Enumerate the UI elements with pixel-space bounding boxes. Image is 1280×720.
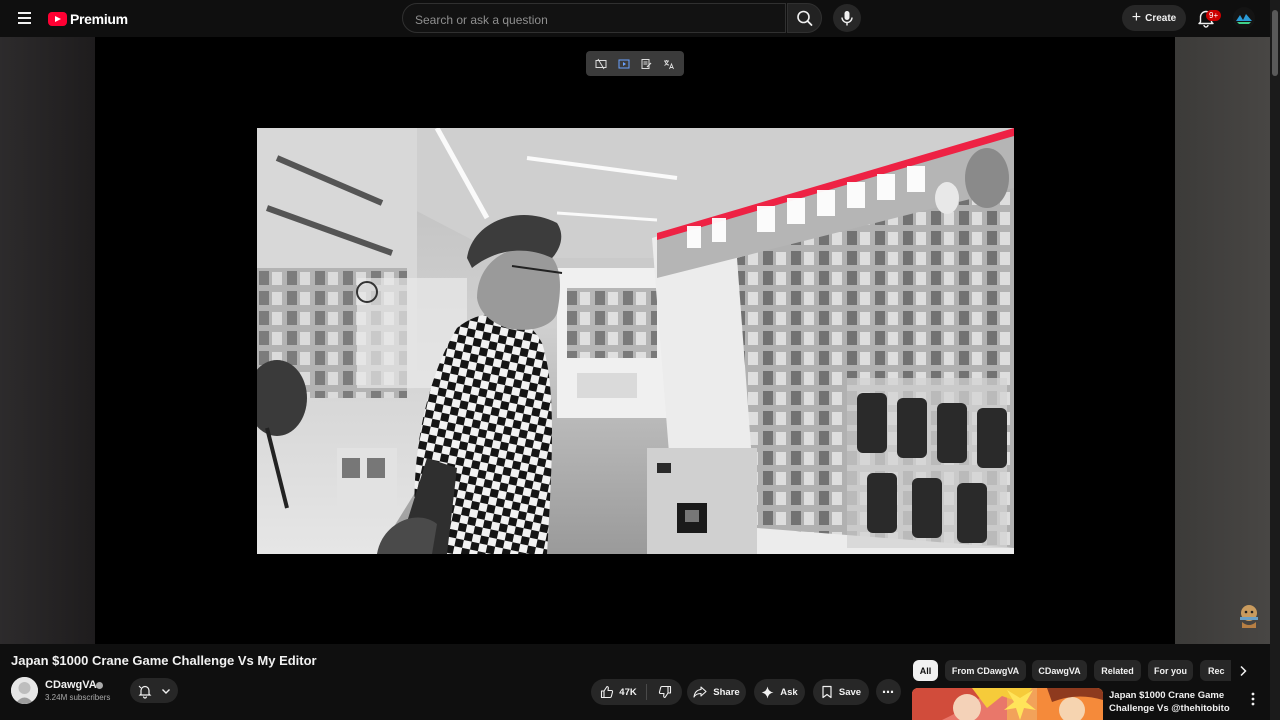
plus-icon: + <box>1131 9 1142 26</box>
voice-search-button[interactable] <box>833 4 861 32</box>
verified-icon <box>96 682 103 689</box>
create-button[interactable]: + Create <box>1122 5 1186 31</box>
video-frame[interactable] <box>257 128 1014 554</box>
picture-in-picture-icon[interactable] <box>616 56 632 72</box>
notification-badge: 9+ <box>1206 10 1222 21</box>
video-still-image <box>257 128 1014 554</box>
search-icon <box>797 10 813 26</box>
chip-recently-uploaded[interactable]: Rec <box>1200 660 1231 681</box>
avatar-image <box>1233 7 1255 29</box>
chip-from-cdawgva[interactable]: From CDawgVA <box>945 660 1026 681</box>
ask-button[interactable]: Ask <box>754 679 805 705</box>
like-button[interactable]: 47K <box>591 679 646 705</box>
youtube-logo-icon <box>48 12 67 26</box>
mascot-icon <box>1240 605 1258 628</box>
subscriber-count: 3.24M subscribers <box>45 693 111 702</box>
chip-all[interactable]: All <box>913 660 938 681</box>
like-count: 47K <box>619 686 637 698</box>
chip-cdawgva[interactable]: CDawgVA <box>1032 660 1087 681</box>
thumbnail-image <box>912 688 1103 720</box>
recommendation-filter-chips: All From CDawgVA CDawgVA Related For you… <box>913 660 1231 682</box>
recommendation-menu-button[interactable] <box>1246 691 1260 707</box>
create-label: Create <box>1145 12 1177 24</box>
microphone-icon <box>841 11 853 26</box>
share-button[interactable]: Share <box>687 679 746 705</box>
share-icon <box>693 686 707 698</box>
bookmark-icon <box>822 685 832 699</box>
save-label: Save <box>838 686 862 698</box>
video-title: Japan $1000 Crane Game Challenge Vs My E… <box>11 653 317 668</box>
floating-mascot-avatar[interactable] <box>1234 600 1264 630</box>
more-actions-button[interactable]: ⋯ <box>876 679 901 704</box>
account-avatar[interactable] <box>1233 7 1255 29</box>
chevron-down-icon <box>162 688 170 694</box>
screenshot-icon[interactable] <box>593 56 609 72</box>
page-scrollbar[interactable] <box>1270 0 1280 720</box>
more-vertical-icon <box>1251 692 1255 706</box>
share-label: Share <box>713 686 740 698</box>
channel-avatar[interactable] <box>11 677 38 704</box>
more-horizontal-icon: ⋯ <box>882 684 895 699</box>
thumbs-down-icon <box>658 685 671 699</box>
save-button[interactable]: Save <box>813 679 869 705</box>
bell-notifications-icon <box>138 685 152 699</box>
dislike-button[interactable] <box>647 679 682 705</box>
sparkle-icon <box>761 686 774 698</box>
chip-related[interactable]: Related <box>1094 660 1141 681</box>
menu-icon[interactable] <box>12 6 36 30</box>
masthead: Premium + Create 9+ <box>0 0 1280 37</box>
search-box[interactable] <box>402 3 786 33</box>
recommendation-title[interactable]: Japan $1000 Crane Game Challenge Vs @the… <box>1109 689 1239 715</box>
logo-text: Premium <box>70 11 128 27</box>
subscribed-notifications-button[interactable] <box>130 678 178 703</box>
notes-icon[interactable] <box>638 56 654 72</box>
chips-next-button[interactable] <box>1232 660 1254 682</box>
channel-name[interactable]: CDawgVA <box>45 679 97 691</box>
translate-icon[interactable] <box>661 56 677 72</box>
youtube-premium-logo[interactable]: Premium <box>48 10 128 28</box>
search-button[interactable] <box>787 3 822 33</box>
thumbs-up-icon <box>601 685 614 699</box>
like-dislike-group: 47K <box>591 679 682 705</box>
scrollbar-thumb[interactable] <box>1272 10 1278 76</box>
channel-avatar-image <box>11 677 38 704</box>
player-extension-toolbar <box>586 51 684 76</box>
chevron-right-icon <box>1240 665 1247 677</box>
recommendation-thumbnail[interactable] <box>912 688 1103 720</box>
chip-for-you[interactable]: For you <box>1148 660 1193 681</box>
ask-label: Ask <box>780 686 798 698</box>
search-input[interactable] <box>413 12 777 28</box>
